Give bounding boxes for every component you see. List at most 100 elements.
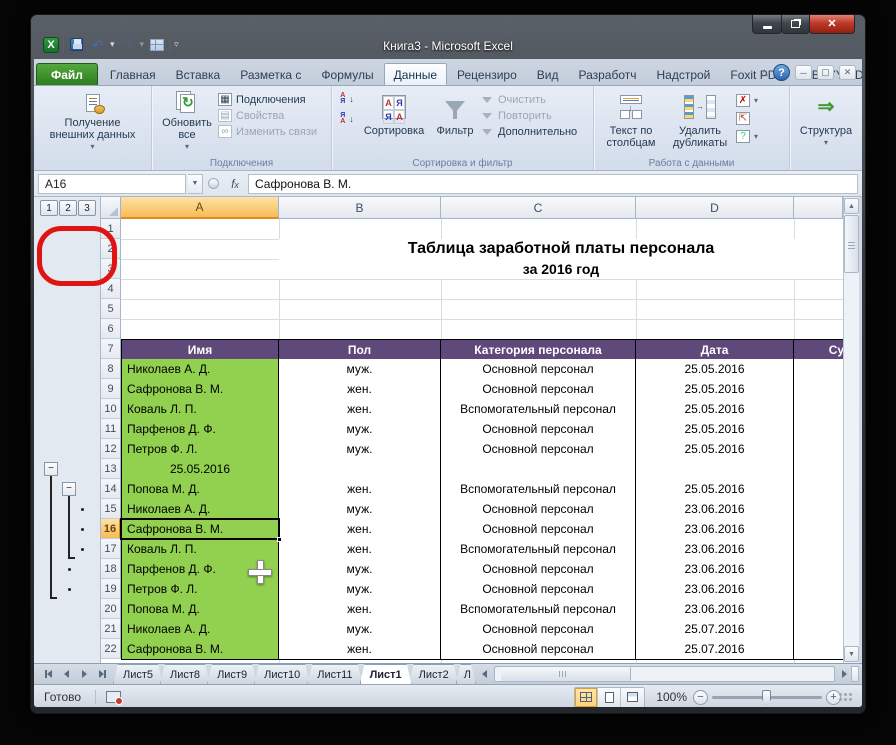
scroll-right-icon[interactable] [837,664,851,684]
zoom-out-icon[interactable]: − [693,690,708,705]
cell-A10[interactable]: Коваль Л. П. [121,399,279,420]
cell-C18[interactable]: Основной персонал [441,559,636,580]
table-header-Имя[interactable]: Имя [121,339,279,360]
cell-D15[interactable]: 23.06.2016 [636,499,794,520]
sort-button[interactable]: АЯЯА Сортировка [358,89,430,155]
cell-C11[interactable]: Основной персонал [441,419,636,440]
tab-scroll-left-icon[interactable] [478,664,492,684]
column-header-C[interactable]: C [441,197,636,219]
sheet-tab-Лист5[interactable]: Лист5 [113,664,163,684]
sheet-tab-Лист11[interactable]: Лист11 [307,664,362,684]
sheet-tab-Лист1[interactable]: Лист1 [360,664,412,684]
sheet-tab-Лист2[interactable]: Лист2 [409,664,459,684]
tab-split-handle[interactable] [851,666,859,682]
outline-structure-button[interactable]: ⇒ Структура ▾ [794,89,858,155]
workbook-restore-icon[interactable]: ▢ [817,65,834,80]
row-header-5[interactable]: 5 [101,299,121,319]
page-break-view-icon[interactable] [621,688,644,707]
outline-collapse-button-l2[interactable]: − [62,482,76,496]
vertical-scroll-thumb[interactable] [844,215,859,273]
refresh-all-button[interactable]: ↻ Обновить все ▾ [156,89,218,155]
row-header-19[interactable]: 19 [101,579,121,599]
row-header-8[interactable]: 8 [101,359,121,379]
cell-C19[interactable]: Основной персонал [441,579,636,600]
sheet-tab-Лист8[interactable]: Лист8 [160,664,210,684]
cell-D20[interactable]: 23.06.2016 [636,599,794,620]
consolidate-icon[interactable]: ⇱ [736,112,758,125]
workbook-close-icon[interactable]: ✕ [839,65,856,80]
cell-D22[interactable]: 25.07.2016 [636,639,794,660]
ribbon-tab-Главная[interactable]: Главная [100,63,166,85]
cell-A22[interactable]: Сафронова В. М. [121,639,279,660]
row-header-22[interactable]: 22 [101,639,121,659]
ribbon-tab-Разработч[interactable]: Разработч [568,63,646,85]
outline-level-button-1[interactable]: 1 [40,200,58,216]
cell-C17[interactable]: Вспомогательный персонал [441,539,636,560]
column-header-A[interactable]: A [121,197,279,219]
cell-C20[interactable]: Вспомогательный персонал [441,599,636,620]
row-header-21[interactable]: 21 [101,619,121,639]
row-header-18[interactable]: 18 [101,559,121,579]
outline-level-button-2[interactable]: 2 [59,200,77,216]
ribbon-tab-Файл[interactable]: Файл [36,63,98,85]
ribbon-tab-Надстрой[interactable]: Надстрой [647,63,721,85]
cell-C16[interactable]: Основной персонал [441,519,636,540]
ribbon-tab-Данные[interactable]: Данные [384,63,447,85]
cell-D10[interactable]: 25.05.2016 [636,399,794,420]
outline-level-button-3[interactable]: 3 [78,200,96,216]
sort-az-button[interactable]: АЯ↓ [340,93,354,105]
cell-C14[interactable]: Вспомогательный персонал [441,479,636,500]
table-header-Дата[interactable]: Дата [636,339,794,360]
cell-B17[interactable]: жен. [279,539,441,560]
insert-function-icon[interactable]: fx [224,177,246,191]
cell-B13[interactable] [279,459,441,480]
name-box-dropdown-icon[interactable]: ▼ [188,174,203,194]
ribbon-tab-Вставка[interactable]: Вставка [166,63,231,85]
row-header-6[interactable]: 6 [101,319,121,339]
cell-C12[interactable]: Основной персонал [441,439,636,460]
row-header-7[interactable]: 7 [101,339,121,359]
cell-A13[interactable]: 25.05.2016 [121,459,279,480]
fill-handle[interactable] [277,537,282,542]
cell-B16[interactable]: жен. [279,519,441,540]
remove-duplicates-button[interactable]: → Удалить дубликаты [664,89,736,155]
cell-B22[interactable]: жен. [279,639,441,660]
cell-A12[interactable]: Петров Ф. Л. [121,439,279,460]
zoom-level[interactable]: 100% [651,690,687,704]
vertical-scrollbar[interactable]: ▲ ▼ [843,197,859,663]
cell-A21[interactable]: Николаев А. Д. [121,619,279,640]
sheet-tab-Лист10[interactable]: Лист10 [254,664,310,684]
cell-C13[interactable] [441,459,636,480]
cell-D11[interactable]: 25.05.2016 [636,419,794,440]
what-if-analysis-icon[interactable]: ?▾ [736,130,758,143]
cell-C8[interactable]: Основной персонал [441,359,636,380]
select-all-corner[interactable] [101,197,121,219]
cell-D12[interactable]: 25.05.2016 [636,439,794,460]
text-to-columns-button[interactable]: ↓ Текст по столбцам [598,89,664,155]
restore-button[interactable] [781,15,810,34]
ribbon-tab-Вид[interactable]: Вид [527,63,569,85]
cell-C21[interactable]: Основной персонал [441,619,636,640]
cell-B11[interactable]: муж. [279,419,441,440]
next-sheet-icon[interactable] [76,667,92,682]
macro-record-icon[interactable] [106,691,121,703]
column-header-partial[interactable] [794,197,843,219]
formula-input[interactable]: Сафронова В. М. [248,174,858,194]
cell-D17[interactable]: 23.06.2016 [636,539,794,560]
row-header-13[interactable]: 13 [101,459,121,479]
minimize-button[interactable] [752,15,782,34]
cell-C9[interactable]: Основной персонал [441,379,636,400]
cell-A15[interactable]: Николаев А. Д. [121,499,279,520]
zoom-thumb[interactable] [762,690,771,705]
last-sheet-icon[interactable] [94,667,110,682]
cell-B9[interactable]: жен. [279,379,441,400]
cell-D18[interactable]: 23.06.2016 [636,559,794,580]
cell-B18[interactable]: муж. [279,559,441,580]
cell-B8[interactable]: муж. [279,359,441,380]
prev-sheet-icon[interactable] [58,667,74,682]
row-header-14[interactable]: 14 [101,479,121,499]
outline-collapse-button-l1[interactable]: − [44,462,58,476]
ribbon-tab-Формулы[interactable]: Формулы [311,63,383,85]
scroll-down-icon[interactable]: ▼ [844,646,859,662]
row-header-11[interactable]: 11 [101,419,121,439]
